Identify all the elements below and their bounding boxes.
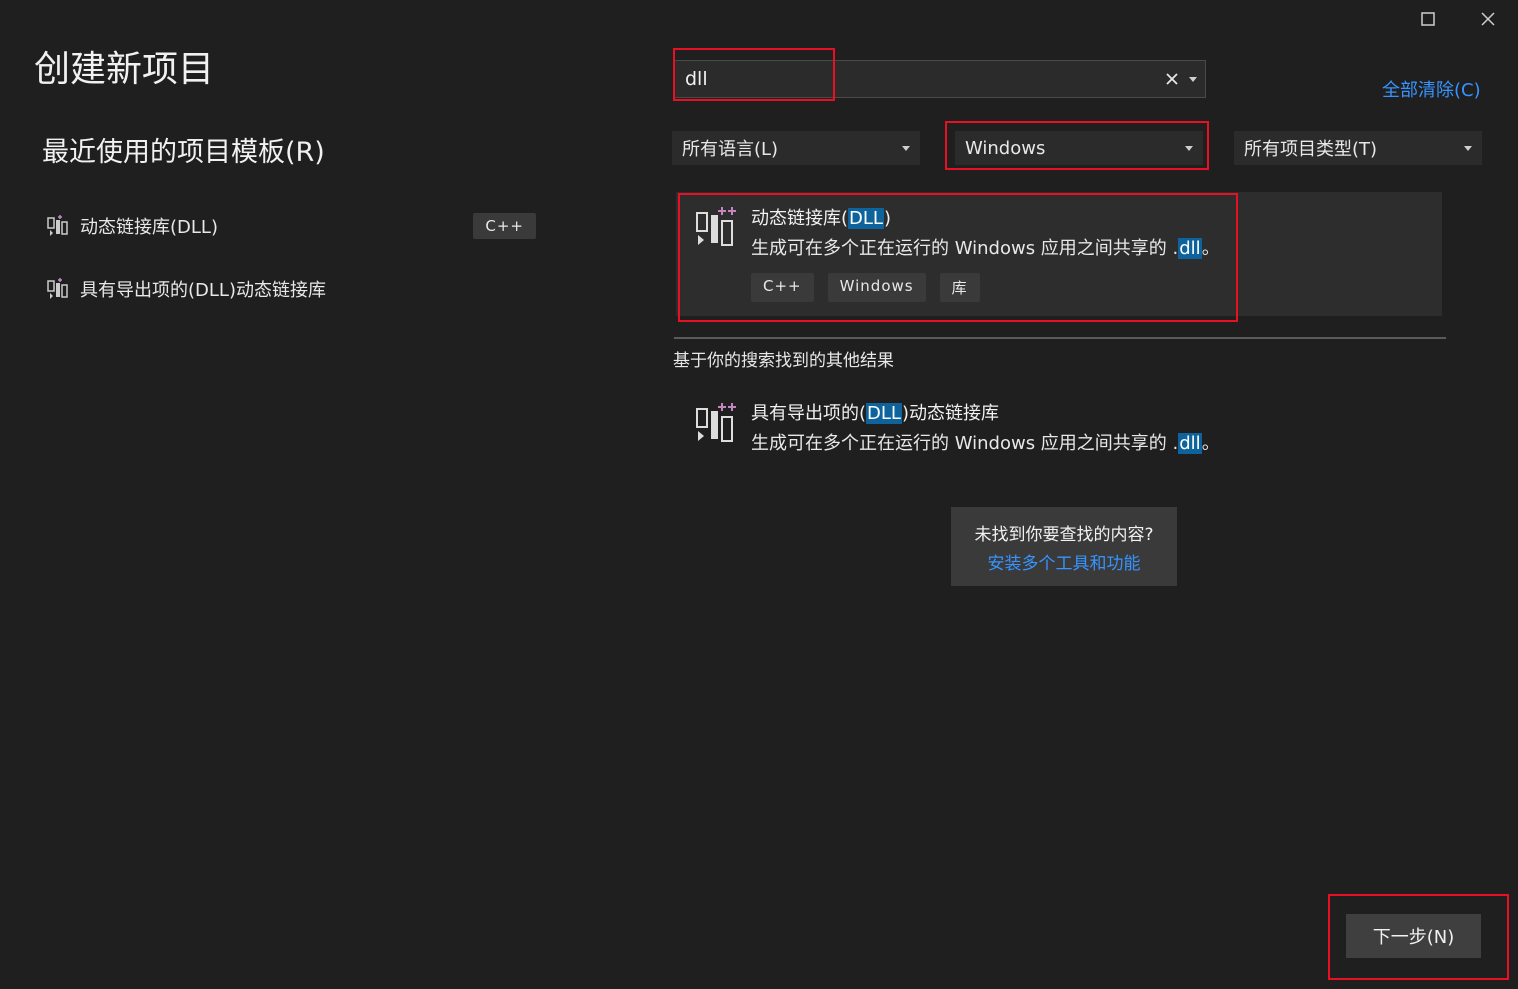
clear-all-link[interactable]: 全部清除(C) (1382, 76, 1481, 102)
maximize-icon (1421, 12, 1435, 26)
close-window-button[interactable] (1465, 0, 1511, 38)
not-found-text: 未找到你要查找的内容? (974, 524, 1154, 545)
recent-item-label: 具有导出项的(DLL)动态链接库 (80, 280, 326, 301)
language-tag: C++ (473, 213, 536, 239)
search-match-highlight: dll (1178, 433, 1202, 454)
search-match-highlight: DLL (866, 403, 902, 424)
chevron-down-icon (902, 145, 910, 151)
language-filter-value: 所有语言(L) (682, 139, 779, 160)
annotation-highlight-next (1328, 894, 1509, 980)
annotation-highlight-result (678, 193, 1238, 322)
recent-item-label: 动态链接库(DLL) (80, 217, 218, 238)
page-title: 创建新项目 (34, 49, 215, 90)
recent-templates-heading: 最近使用的项目模板(R) (42, 137, 325, 168)
clear-search-icon[interactable] (1165, 72, 1179, 86)
other-results-heading: 基于你的搜索找到的其他结果 (673, 351, 894, 371)
dll-template-icon (696, 403, 736, 442)
annotation-highlight-search (673, 48, 835, 101)
results-divider (674, 337, 1446, 339)
chevron-down-icon (1464, 145, 1472, 151)
recent-item-dll-exports[interactable]: 具有导出项的(DLL)动态链接库 (46, 269, 536, 309)
close-icon (1481, 12, 1495, 26)
result-description: 生成可在多个正在运行的 Windows 应用之间共享的 .dll。 (751, 433, 1220, 454)
recent-item-dll[interactable]: 动态链接库(DLL) C++ (46, 206, 536, 246)
maximize-button[interactable] (1405, 0, 1451, 38)
project-type-filter-value: 所有项目类型(T) (1244, 139, 1378, 160)
annotation-highlight-platform (945, 121, 1209, 170)
result-title: 具有导出项的(DLL)动态链接库 (751, 403, 999, 424)
project-type-filter-dropdown[interactable]: 所有项目类型(T) (1234, 131, 1482, 165)
dll-template-icon (47, 278, 68, 299)
search-history-caret-icon[interactable] (1189, 76, 1197, 82)
language-filter-dropdown[interactable]: 所有语言(L) (672, 131, 920, 165)
dll-template-icon (47, 215, 68, 236)
install-tools-link[interactable]: 安装多个工具和功能 (988, 549, 1141, 574)
not-found-panel: 未找到你要查找的内容? 安装多个工具和功能 (951, 507, 1177, 586)
